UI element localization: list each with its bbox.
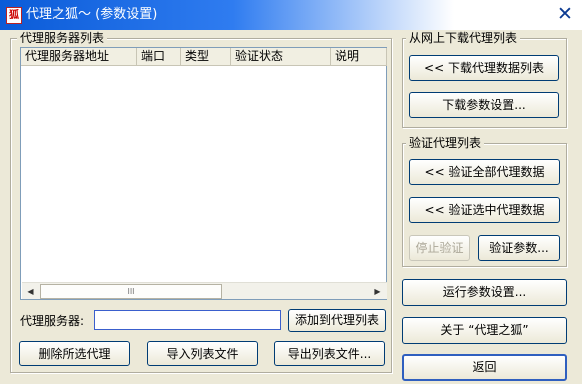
back-button[interactable]: 返回 — [402, 354, 567, 381]
download-settings-button[interactable]: 下载参数设置... — [409, 92, 559, 118]
title-bar[interactable]: 狐 代理之狐～ (参数设置) ✕ — [0, 0, 582, 30]
delete-selected-button[interactable]: 删除所选代理 — [19, 341, 130, 366]
scroll-thumb[interactable]: III — [40, 284, 222, 299]
column-header-port[interactable]: 端口 — [137, 48, 181, 66]
stop-verify-button[interactable]: 停止验证 — [409, 235, 470, 261]
column-header-type[interactable]: 类型 — [181, 48, 231, 66]
import-list-button[interactable]: 导入列表文件 — [147, 341, 258, 366]
proxy-list-view[interactable]: 代理服务器地址 端口 类型 验证状态 说明 ◀ III ▶ — [20, 47, 387, 300]
about-button[interactable]: 关于 “代理之狐” — [402, 317, 567, 344]
scroll-right-icon[interactable]: ▶ — [369, 283, 386, 300]
verify-selected-button[interactable]: << 验证选中代理数据 — [409, 197, 560, 223]
download-group-label: 从网上下载代理列表 — [406, 31, 521, 45]
proxy-list-group-label: 代理服务器列表 — [17, 31, 108, 45]
fox-app-icon: 狐 — [6, 7, 22, 24]
run-settings-button[interactable]: 运行参数设置... — [402, 279, 567, 306]
horizontal-scrollbar[interactable]: ◀ III ▶ — [22, 282, 387, 299]
export-list-button[interactable]: 导出列表文件... — [274, 341, 385, 366]
column-header-note[interactable]: 说明 — [331, 48, 387, 66]
close-icon[interactable]: ✕ — [556, 5, 574, 24]
download-proxy-list-button[interactable]: << 下载代理数据列表 — [409, 55, 559, 81]
column-header-address[interactable]: 代理服务器地址 — [21, 48, 137, 66]
scroll-left-icon[interactable]: ◀ — [22, 283, 39, 300]
window-title: 代理之狐～ (参数设置) — [26, 7, 158, 22]
add-to-proxy-list-button[interactable]: 添加到代理列表 — [288, 309, 386, 332]
column-header-verify-status[interactable]: 验证状态 — [231, 48, 331, 66]
verify-all-button[interactable]: << 验证全部代理数据 — [409, 159, 560, 185]
verify-params-button[interactable]: 验证参数... — [478, 235, 560, 261]
proxy-server-input[interactable] — [94, 310, 281, 330]
proxy-server-label: 代理服务器: — [20, 314, 85, 328]
verify-group-label: 验证代理列表 — [406, 136, 485, 150]
